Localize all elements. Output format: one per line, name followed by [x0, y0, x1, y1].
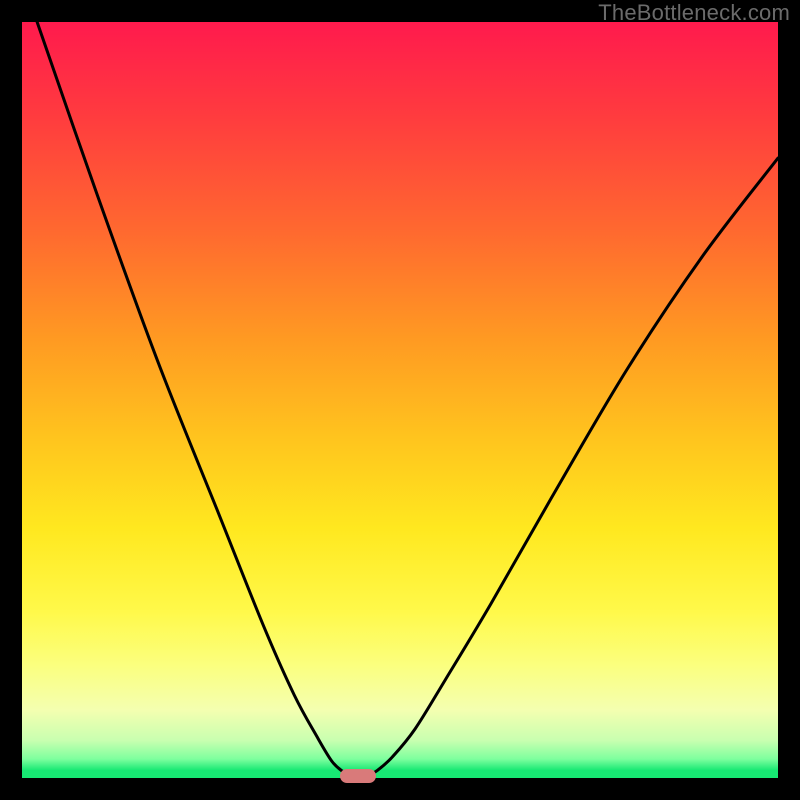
- optimum-marker: [340, 769, 376, 783]
- watermark-text: TheBottleneck.com: [598, 0, 790, 26]
- chart-frame: TheBottleneck.com: [0, 0, 800, 800]
- curve-right-branch: [366, 158, 778, 777]
- curve-left-branch: [37, 22, 351, 777]
- plot-area: [22, 22, 778, 778]
- bottleneck-curve: [22, 22, 778, 778]
